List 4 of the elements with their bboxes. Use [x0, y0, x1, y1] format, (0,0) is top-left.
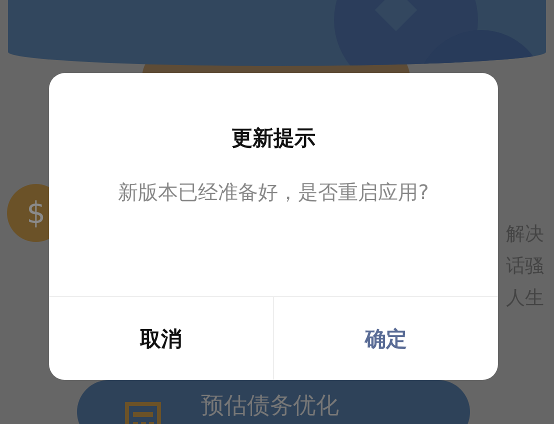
cancel-button[interactable]: 取消 — [49, 297, 273, 380]
dialog-message: 新版本已经准备好，是否重启应用? — [117, 179, 430, 206]
confirm-button[interactable]: 确定 — [273, 297, 498, 380]
dialog-title: 更新提示 — [230, 125, 316, 152]
